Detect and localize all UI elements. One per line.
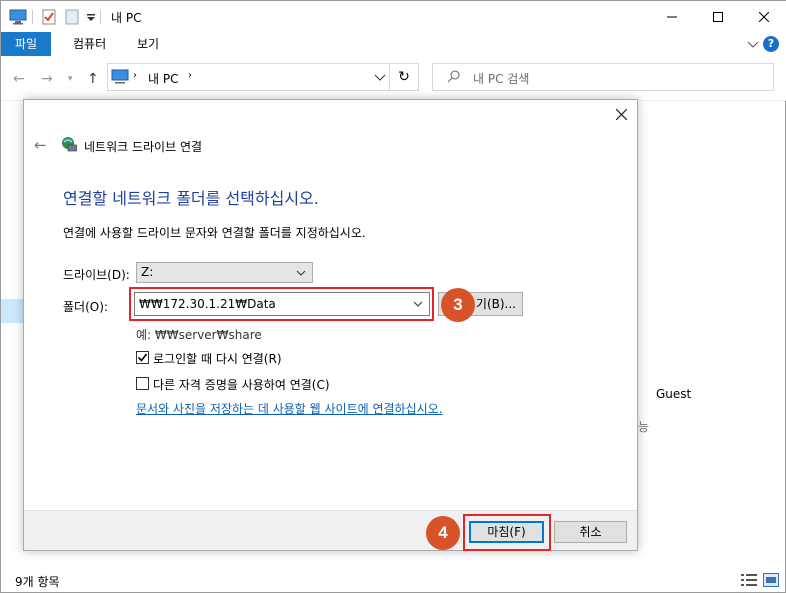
step-4-badge: 4: [426, 516, 460, 550]
drive-label: 드라이브(D):: [63, 268, 130, 282]
help-icon[interactable]: ?: [763, 36, 779, 52]
recent-locations-icon[interactable]: ▾: [68, 74, 73, 84]
minimize-icon: [667, 16, 677, 17]
address-dropdown-icon[interactable]: [374, 71, 386, 86]
credentials-label[interactable]: 다른 자격 증명을 사용하여 연결(C): [153, 376, 330, 393]
finish-highlight-box: [463, 514, 551, 551]
minimize-button[interactable]: [649, 1, 695, 32]
maximize-button[interactable]: [695, 1, 741, 32]
drive-value: Z:: [141, 265, 154, 279]
ribbon: 파일 컴퓨터 보기 ?: [1, 32, 786, 56]
search-icon: [447, 69, 461, 86]
drive-select[interactable]: Z:: [136, 262, 313, 283]
folder-label: 폴더(O):: [63, 300, 108, 314]
close-icon: [759, 11, 769, 22]
website-link[interactable]: 문서와 사진을 저장하는 데 사용할 웹 사이트에 연결하십시오.: [136, 400, 443, 417]
separator: [100, 10, 101, 24]
dialog-title: 네트워크 드라이브 연결: [84, 140, 203, 154]
item-detail-text: 능: [638, 420, 650, 434]
credentials-checkbox[interactable]: [136, 377, 149, 390]
refresh-icon: ↻: [398, 69, 410, 85]
breadcrumb[interactable]: 내 PC: [148, 70, 178, 87]
checkmark-icon: [137, 353, 148, 362]
details-view-icon[interactable]: [741, 573, 757, 590]
properties-icon[interactable]: [41, 9, 57, 25]
step-3-badge: 3: [441, 288, 475, 322]
search-placeholder: 내 PC 검색: [473, 72, 530, 86]
address-bar[interactable]: › 내 PC ›: [107, 63, 419, 91]
back-arrow-icon[interactable]: ←: [13, 71, 25, 87]
tab-computer[interactable]: 컴퓨터: [59, 32, 120, 56]
customize-dropdown-icon[interactable]: [86, 9, 96, 25]
expand-ribbon-icon[interactable]: [747, 38, 759, 53]
chevron-down-icon: [296, 270, 306, 276]
close-button[interactable]: [741, 1, 786, 32]
title-bar: 내 PC: [1, 1, 786, 32]
map-network-drive-dialog: ← 네트워크 드라이브 연결 연결할 네트워크 폴더를 선택하십시오. 연결에 …: [23, 99, 638, 551]
separator: [32, 10, 33, 24]
refresh-button[interactable]: ↻: [389, 63, 419, 91]
up-arrow-icon[interactable]: ↑: [87, 71, 99, 87]
computer-icon: [9, 9, 27, 25]
folder-highlight-box: [129, 287, 434, 321]
reconnect-checkbox[interactable]: [136, 351, 149, 364]
close-icon: [615, 108, 627, 121]
new-folder-icon[interactable]: [65, 9, 79, 25]
breadcrumb-chevron-icon[interactable]: ›: [133, 70, 137, 81]
tab-view[interactable]: 보기: [123, 32, 173, 56]
navigation-bar: ← → ▾ ↑ › 내 PC › ↻ 내 PC 검색: [1, 56, 786, 100]
network-drive-icon: [61, 136, 78, 152]
example-text: 예: ₩₩server₩share: [136, 328, 262, 342]
dialog-heading: 연결할 네트워크 폴더를 선택하십시오.: [63, 189, 319, 208]
large-icons-view-icon[interactable]: [763, 573, 779, 590]
window-title: 내 PC: [111, 11, 142, 25]
maximize-icon: [713, 11, 723, 22]
status-bar: 9개 항목: [1, 568, 786, 592]
cancel-button[interactable]: 취소: [554, 521, 627, 543]
reconnect-label[interactable]: 로그인할 때 다시 연결(R): [153, 350, 282, 367]
nav-pane-selected-item[interactable]: [1, 299, 25, 323]
dialog-description: 연결에 사용할 드라이브 문자와 연결할 폴더를 지정하십시오.: [63, 226, 366, 240]
dialog-close-button[interactable]: [611, 105, 631, 125]
breadcrumb-chevron-icon[interactable]: ›: [188, 70, 192, 81]
user-folder-label[interactable]: Guest: [656, 387, 691, 401]
computer-icon: [111, 69, 129, 88]
forward-arrow-icon[interactable]: →: [41, 71, 53, 87]
tab-file[interactable]: 파일: [1, 32, 51, 56]
back-arrow-icon[interactable]: ←: [34, 136, 47, 154]
search-input[interactable]: 내 PC 검색: [432, 63, 774, 91]
item-count: 9개 항목: [15, 575, 60, 589]
